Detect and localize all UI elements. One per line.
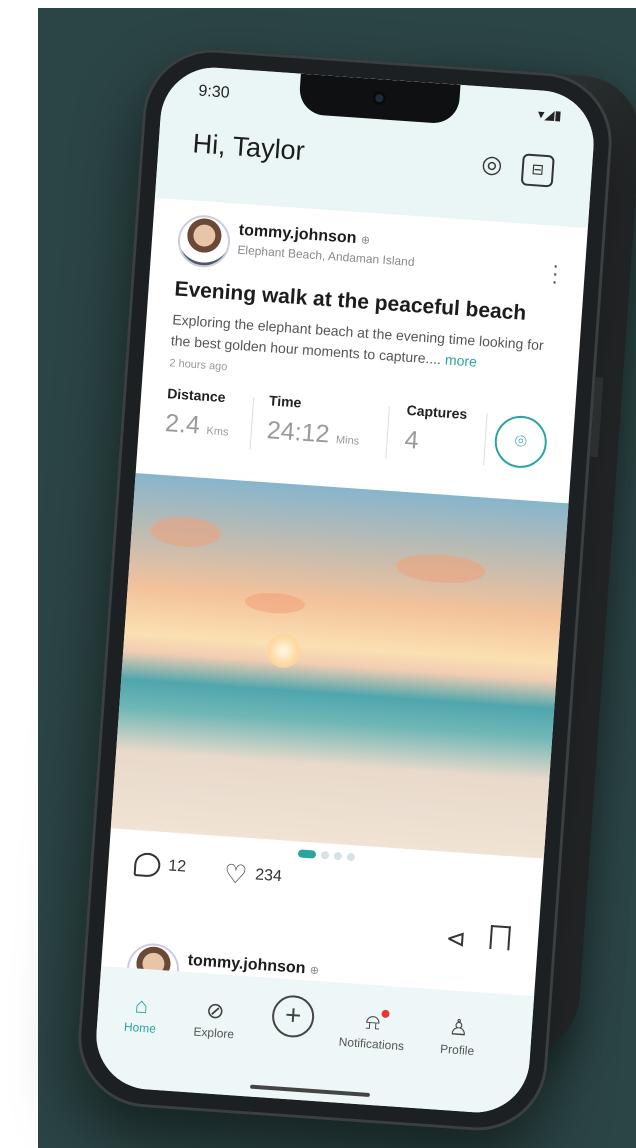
stat-time-label: Time [268,392,302,411]
carousel-dot[interactable] [320,850,330,860]
post-photo[interactable] [92,471,598,861]
stat-distance-value-row: 2.4 Kms [164,409,230,442]
tab-notifications[interactable]: ⍾ Notifications [326,1004,419,1054]
tab-create[interactable]: + [247,992,340,1040]
likes-count: 234 [254,866,283,886]
avatar[interactable] [176,213,232,270]
comments-count: 12 [167,857,187,876]
feed-post-2: tommy.johnson ⊕ Elephant Beach, Andaman … [103,940,536,1059]
more-link[interactable]: more [444,351,477,369]
cloud [150,514,223,550]
app-screen: 9:30 ▾◢▮ Hi, Taylor ◎ ⊟ tommy.johnson ⊕ … [92,64,598,1116]
send-icon[interactable]: ⊲ [445,924,467,954]
stat-divider [385,406,390,459]
notification-dot [381,1009,390,1019]
plus-icon: + [270,994,316,1039]
stat-divider [483,413,488,466]
target-icon[interactable]: ◎ [477,150,507,180]
inbox-icon[interactable]: ⊟ [520,153,555,188]
comment-button[interactable]: 12 [133,852,187,880]
activity-stats: Distance 2.4 Kms Time 24:12 Mins Capture… [137,383,575,487]
post-author: tommy.johnson ⊕ Elephant Beach, Andaman … [237,222,416,269]
stat-distance-value: 2.4 [164,409,201,440]
tab-profile[interactable]: ♙ Profile [412,1010,505,1060]
stat-time-value-row: 24:12 Mins [266,416,361,451]
carousel-dot[interactable] [333,851,343,861]
globe-icon: ⊕ [309,964,320,978]
carousel-indicator [297,849,356,862]
map-pin-icon: ⌾ [514,430,528,454]
bell-icon: ⍾ [327,1004,419,1040]
stat-distance-label: Distance [166,385,227,406]
sun [265,632,302,670]
comment-icon [133,852,162,878]
home-indicator [249,1084,370,1097]
heart-icon: ♡ [222,858,249,890]
cloud [244,591,306,616]
stat-distance-unit: Kms [206,424,229,439]
stat-captures-label: Captures [406,401,468,423]
bookmark-icon[interactable] [489,924,511,951]
carousel-dot[interactable] [346,852,356,862]
phone-mockup: 9:30 ▾◢▮ Hi, Taylor ◎ ⊟ tommy.johnson ⊕ … [73,44,617,1136]
stat-time: Time 24:12 Mins [266,392,362,451]
greeting: Hi, Taylor [191,128,306,167]
map-pin-button[interactable]: ⌾ [493,414,549,470]
globe-icon: ⊕ [360,234,371,247]
stat-distance: Distance 2.4 Kms [164,385,231,442]
camera-icon [371,90,387,106]
status-time: 9:30 [197,82,231,102]
stat-captures-value: 4 [403,425,420,455]
stat-time-value: 24:12 [265,416,331,449]
signal-icon: ▾◢▮ [537,106,563,123]
cloud [395,551,487,586]
stat-divider [249,397,255,450]
like-button[interactable]: ♡ 234 [222,858,283,890]
stat-time-unit: Mins [335,434,360,448]
carousel-dot-active[interactable] [297,849,317,859]
page-margin [0,0,38,1148]
post-age: 2 hours ago [168,357,228,374]
more-options-icon[interactable]: ··· [551,255,560,293]
stat-captures: Captures 4 [404,402,468,459]
